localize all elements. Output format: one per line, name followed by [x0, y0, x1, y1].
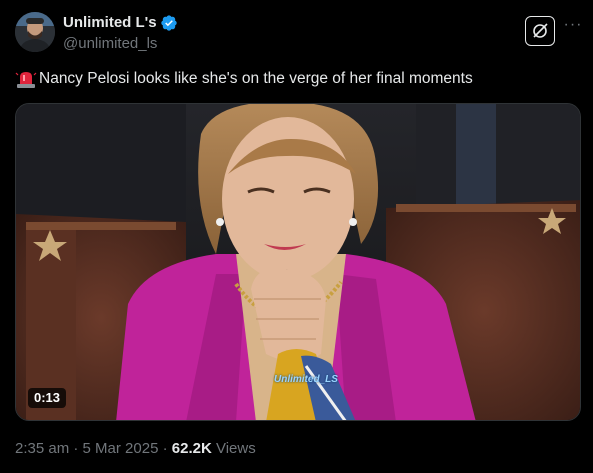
grok-icon	[533, 23, 548, 38]
views-label: Views	[211, 440, 256, 457]
tweet-header: Unlimited L's @unlimited_ls ···	[15, 12, 583, 56]
author-display-name-row[interactable]: Unlimited L's	[63, 13, 178, 33]
meta-separator-2: ·	[158, 440, 172, 457]
tweet-body: Nancy Pelosi looks like she's on the ver…	[39, 70, 473, 87]
avatar[interactable]	[15, 12, 55, 52]
tweet-text: Nancy Pelosi looks like she's on the ver…	[15, 68, 580, 90]
video-watermark: Unlimited_LS	[274, 374, 338, 385]
grok-button[interactable]	[525, 16, 555, 46]
tweet-time[interactable]: 2:35 am	[15, 440, 69, 457]
more-options-icon: ···	[563, 16, 583, 33]
verified-badge-icon	[160, 15, 177, 31]
video-player[interactable]: Unlimited_LS 0:13	[15, 103, 581, 421]
tweet-date[interactable]: 5 Mar 2025	[83, 440, 159, 457]
more-options-button[interactable]: ···	[563, 16, 583, 38]
views-count: 62.2K	[171, 440, 212, 457]
author-handle[interactable]: @unlimited_ls	[63, 34, 178, 54]
avatar-photo	[15, 12, 55, 52]
siren-emoji-icon	[15, 72, 37, 88]
author-display-name[interactable]: Unlimited L's	[63, 13, 157, 33]
video-duration-badge: 0:13	[28, 388, 67, 408]
tweet-meta: 2:35 am · 5 Mar 2025 · 62.2K Views	[15, 439, 256, 459]
meta-separator: ·	[69, 440, 83, 457]
